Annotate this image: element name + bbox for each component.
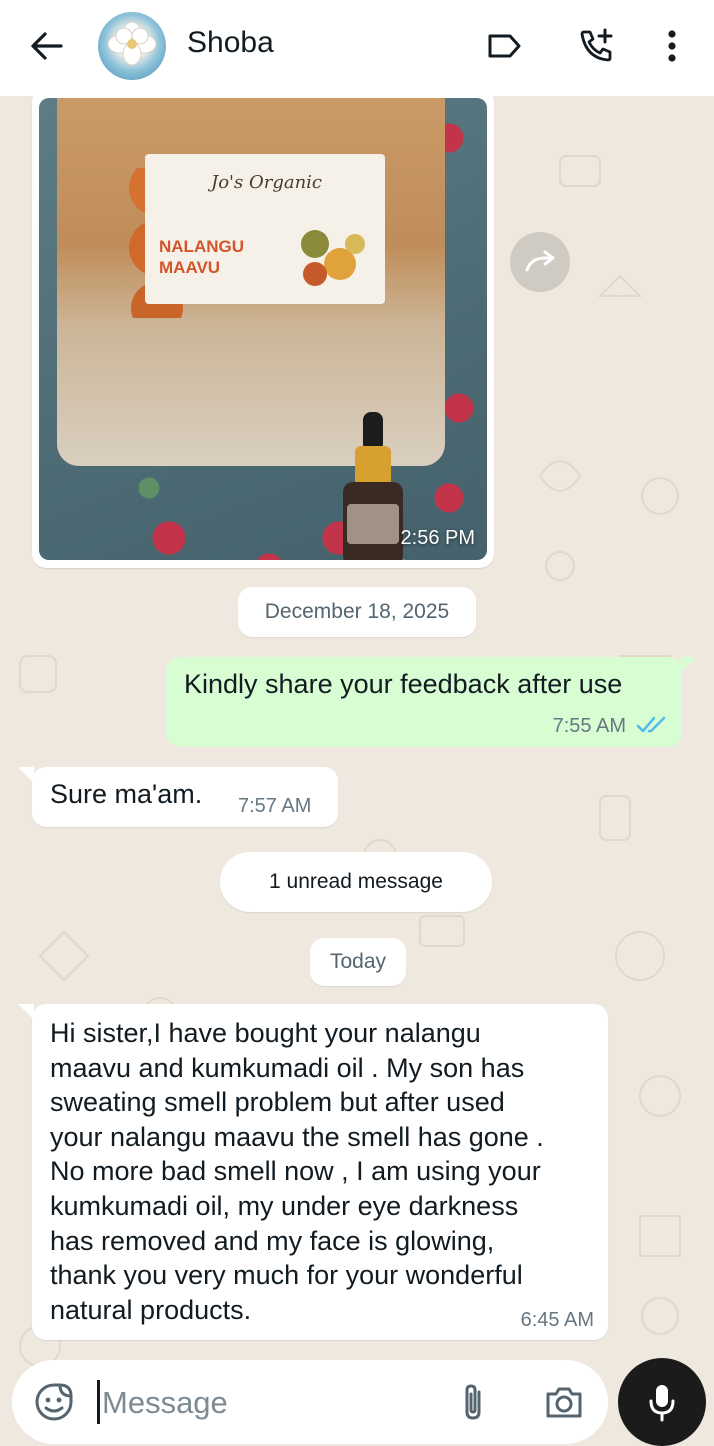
image-message-bubble[interactable]: Jo's Organic NALANGU MAAVU 2:56 PM: [32, 88, 494, 568]
outgoing-message-bubble[interactable]: Kindly share your feedback after use 7:5…: [166, 657, 682, 747]
product-photo[interactable]: Jo's Organic NALANGU MAAVU 2:56 PM: [39, 98, 487, 560]
message-line: your nalangu maavu the smell has gone .: [50, 1121, 544, 1152]
label-tag-icon[interactable]: [484, 28, 524, 64]
date-separator: December 18, 2025: [238, 587, 476, 637]
date-separator-today: Today: [310, 938, 406, 986]
attach-paperclip-icon[interactable]: [452, 1380, 496, 1424]
message-line: kumkumadi oil, my under eye darkness: [50, 1190, 519, 1221]
outgoing-bubble-tail: [680, 657, 696, 673]
back-arrow-icon[interactable]: [24, 26, 68, 66]
more-vert-icon[interactable]: [658, 26, 686, 66]
product-pack-image: Jo's Organic NALANGU MAAVU: [57, 98, 445, 466]
forward-button[interactable]: [510, 232, 570, 292]
message-line: Hi sister,I have bought your nalangu: [50, 1018, 481, 1048]
message-composer: [12, 1360, 608, 1444]
message-text: Hi sister,I have bought your nalangu maa…: [50, 1016, 598, 1327]
message-timestamp: 7:55 AM: [552, 715, 626, 737]
incoming-message-bubble[interactable]: Sure ma'am. 7:57 AM: [32, 767, 338, 827]
message-timestamp: 7:57 AM: [238, 795, 312, 817]
message-timestamp: 2:56 PM: [400, 527, 475, 549]
product-name: NALANGU MAAVU: [159, 237, 244, 277]
incoming-message-bubble[interactable]: Hi sister,I have bought your nalangu maa…: [32, 1004, 608, 1340]
message-line: natural products.: [50, 1294, 252, 1325]
message-line: has removed and my face is glowing,: [50, 1225, 495, 1256]
chat-header: Shoba: [0, 0, 714, 96]
message-line: sweating smell problem but after used: [50, 1087, 505, 1118]
contact-name[interactable]: Shoba: [187, 26, 274, 60]
message-text: Sure ma'am.: [50, 779, 203, 809]
camera-icon[interactable]: [542, 1380, 586, 1424]
add-call-icon[interactable]: [574, 24, 618, 68]
double-check-read-icon: [636, 716, 666, 733]
message-line: thank you very much for your wonderful: [50, 1260, 523, 1291]
sticker-icon[interactable]: [32, 1380, 76, 1424]
message-line: maavu and kumkumadi oil . My son has: [50, 1052, 525, 1083]
unread-messages-banner: 1 unread message: [220, 852, 492, 912]
forward-icon: [525, 250, 555, 272]
voice-message-button[interactable]: [618, 1358, 706, 1446]
microphone-icon: [649, 1385, 675, 1422]
message-text: Kindly share your feedback after use: [184, 669, 623, 699]
avatar[interactable]: [98, 12, 166, 80]
message-input[interactable]: [100, 1374, 444, 1432]
product-label: Jo's Organic NALANGU MAAVU: [145, 154, 385, 304]
message-timestamp: 6:45 AM: [520, 1309, 594, 1331]
brand-name: Jo's Organic: [211, 172, 323, 193]
message-line: No more bad smell now , I am using your: [50, 1156, 541, 1187]
